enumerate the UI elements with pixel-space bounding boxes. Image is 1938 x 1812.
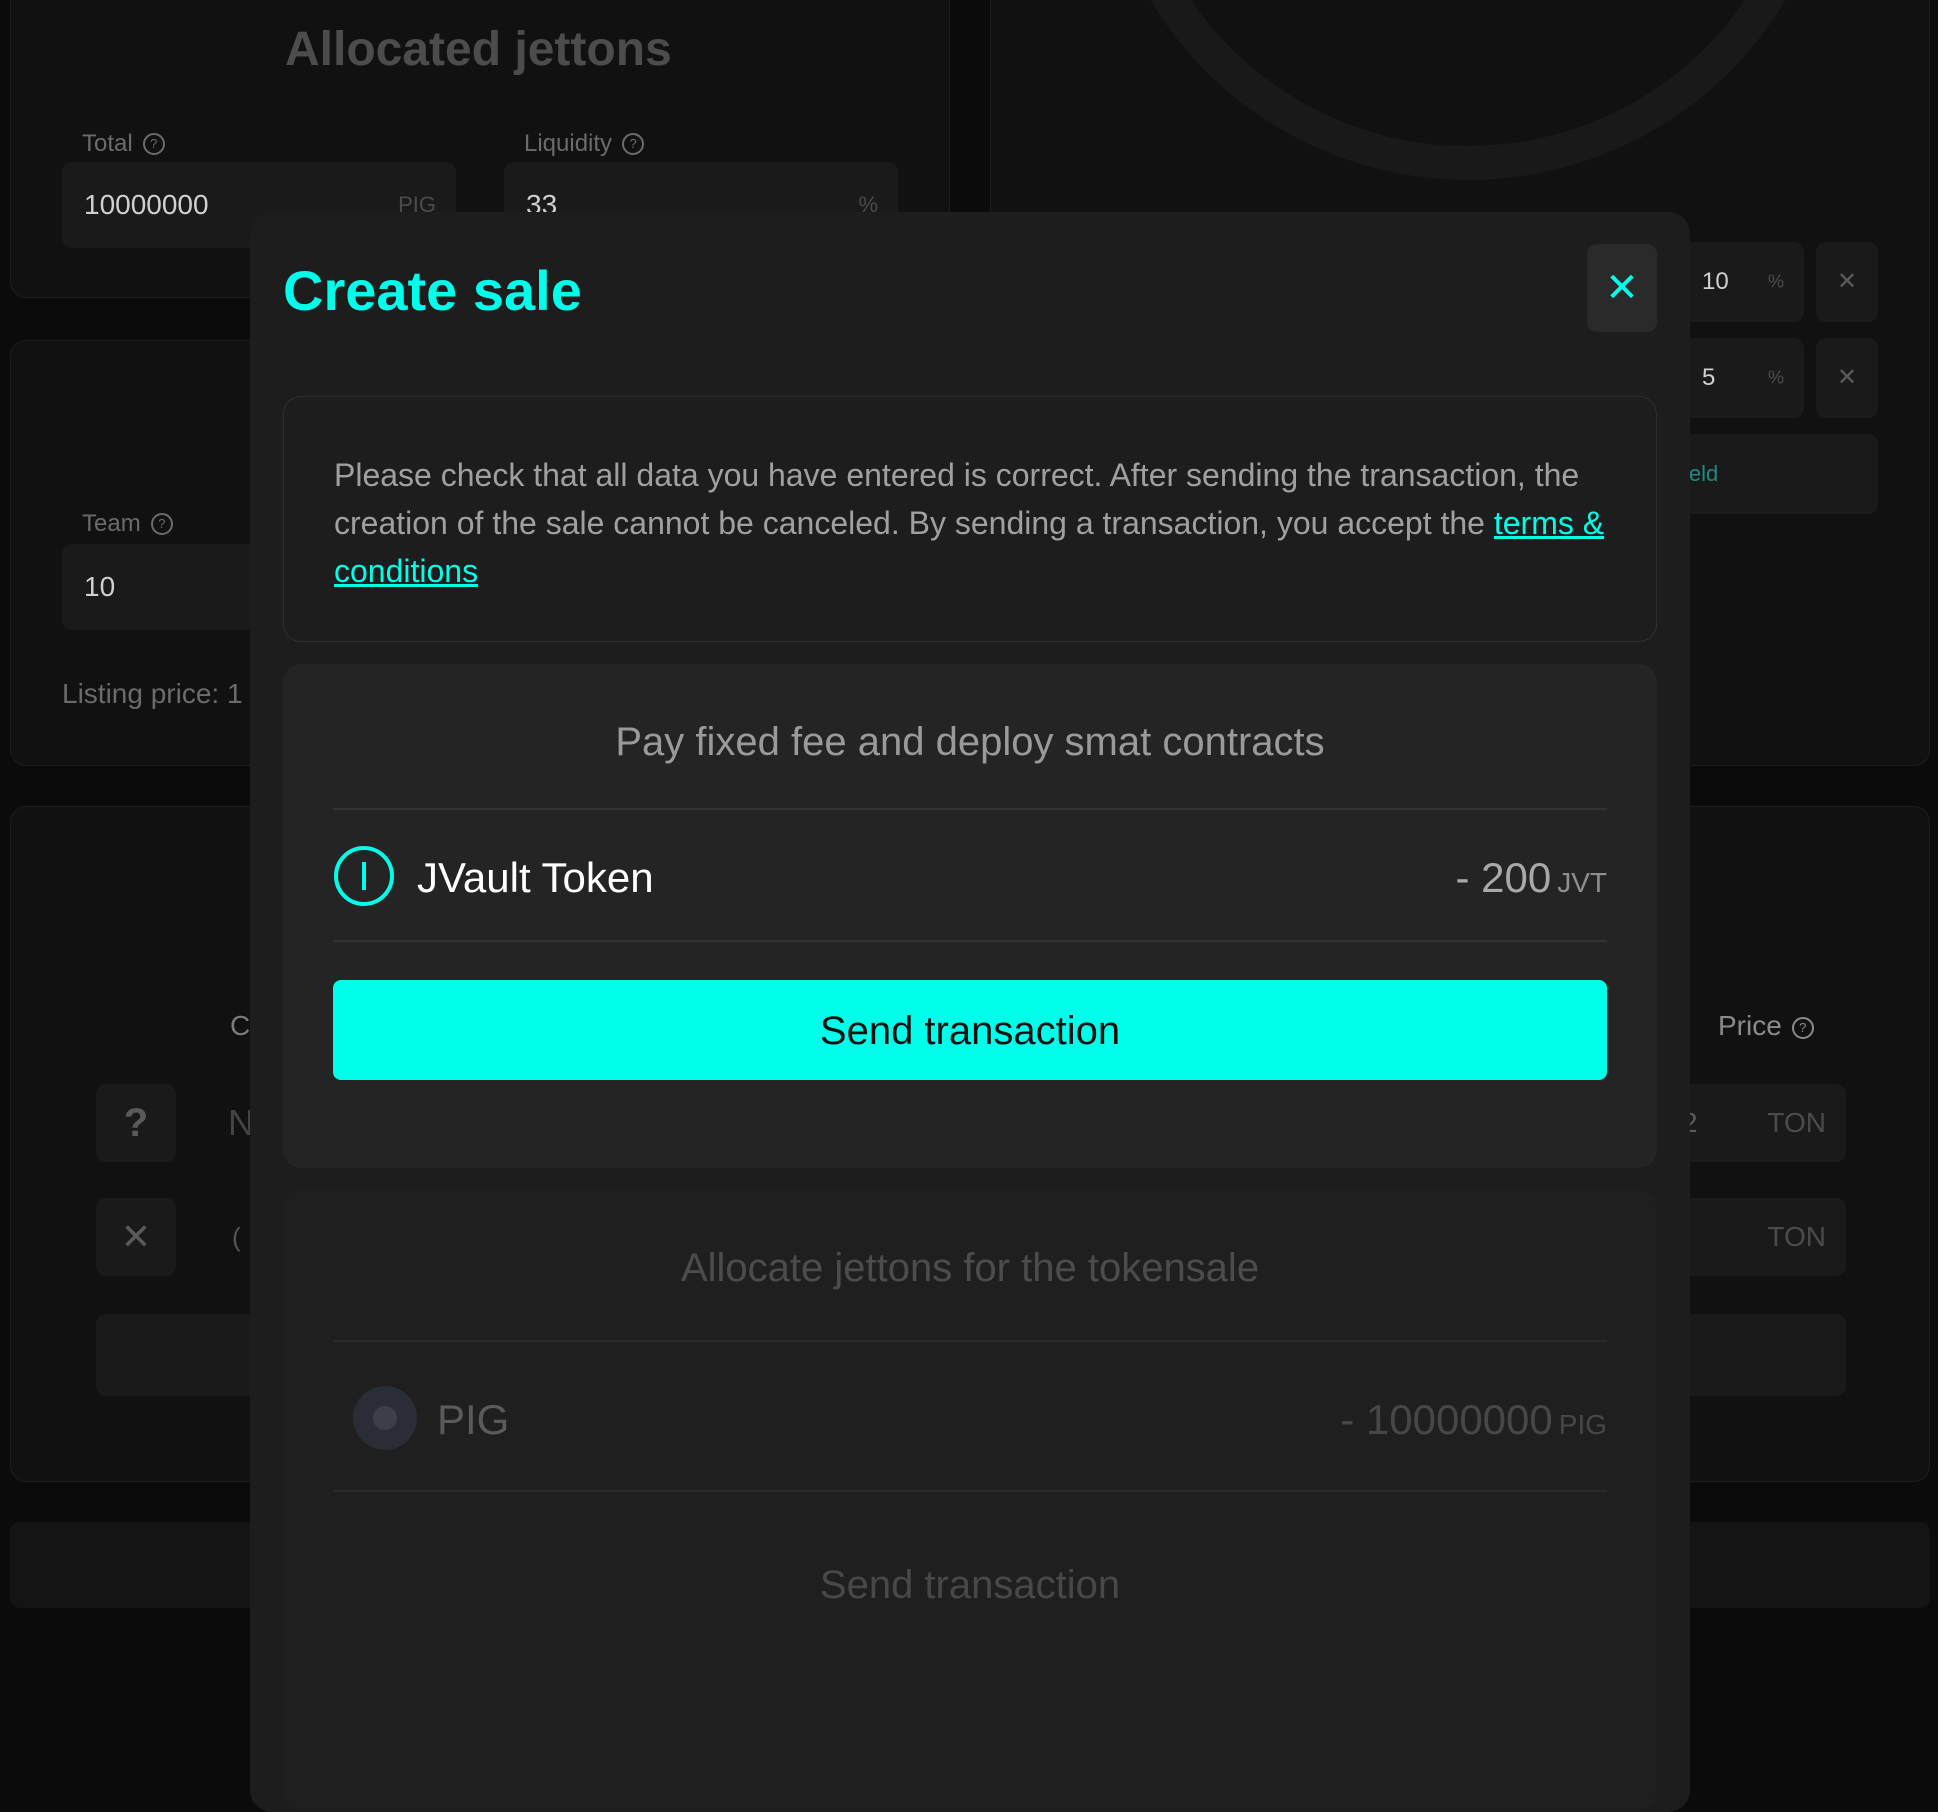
step-pay-fee-title: Pay fixed fee and deploy smat contracts [615,720,1325,764]
distribution-row-1-input[interactable]: 10 % [1680,242,1804,322]
round-2-remove-button[interactable]: ✕ [96,1198,176,1276]
distribution-row-2-value: 5 [1702,364,1716,391]
distribution-row-2-unit: % [1767,367,1784,388]
step-allocate-divider-bottom [333,1490,1607,1492]
jvault-token-unit: JVT [1557,867,1607,898]
pig-token-icon [353,1386,417,1450]
step-allocate-divider-top [333,1340,1607,1342]
notice-box: Please check that all data you have ente… [283,396,1657,642]
step-pay-fee-divider-top [333,808,1607,810]
step-pay-fee: Pay fixed fee and deploy smat contracts … [283,664,1657,1168]
create-sale-modal: Create sale ✕ Please check that all data… [250,212,1690,1812]
total-value: 10000000 [84,189,209,220]
team-value: 10 [84,571,116,602]
step-allocate-jettons: Allocate jettons for the tokensale PIG -… [283,1190,1657,1810]
listing-price-text: Listing price: 1 [62,678,243,709]
round-2-name-fragment: ( [232,1222,241,1252]
distribution-row-2-input[interactable]: 5 % [1680,338,1804,418]
distribution-row-1-unit: % [1767,271,1784,292]
column-header-fragment: C [230,1010,251,1041]
close-icon[interactable]: ✕ [1587,244,1657,332]
send-transaction-button-disabled: Send transaction [333,1534,1607,1634]
round-2-price-unit: TON [1767,1221,1826,1252]
distribution-row-1-value: 10 [1702,268,1729,295]
price-header: Price? [1718,1010,1814,1042]
round-1-help-button[interactable]: ? [96,1084,176,1162]
total-label: Total? [82,130,165,158]
team-label: Team? [82,510,173,538]
price-help-icon[interactable]: ? [1791,1017,1814,1039]
pig-token-unit: PIG [1558,1409,1607,1440]
jvault-token-amount: - 200 JVT [1455,854,1607,901]
liquidity-label: Liquidity? [524,130,645,158]
allocated-jettons-title: Allocated jettons [285,23,672,76]
jvault-token-name: JVault Token [417,854,654,901]
team-help-icon[interactable]: ? [150,513,173,535]
jvault-token-icon [334,846,394,906]
pig-token-amount: - 10000000 PIG [1340,1396,1607,1443]
distribution-row-2-remove-button[interactable]: ✕ [1816,338,1878,418]
step-pay-fee-divider-bottom [333,940,1607,942]
total-help-icon[interactable]: ? [142,133,165,155]
round-1-price-unit: TON [1767,1107,1826,1138]
step-allocate-title: Allocate jettons for the tokensale [680,1246,1260,1290]
send-transaction-button[interactable]: Send transaction [333,980,1607,1080]
distribution-row-1-remove-button[interactable]: ✕ [1816,242,1878,322]
add-field-button[interactable]: ield [1680,434,1878,514]
liquidity-help-icon[interactable]: ? [622,133,645,155]
pig-token-name: PIG [437,1396,510,1443]
notice-text: Please check that all data you have ente… [334,457,1605,589]
modal-title: Create sale [283,259,582,322]
